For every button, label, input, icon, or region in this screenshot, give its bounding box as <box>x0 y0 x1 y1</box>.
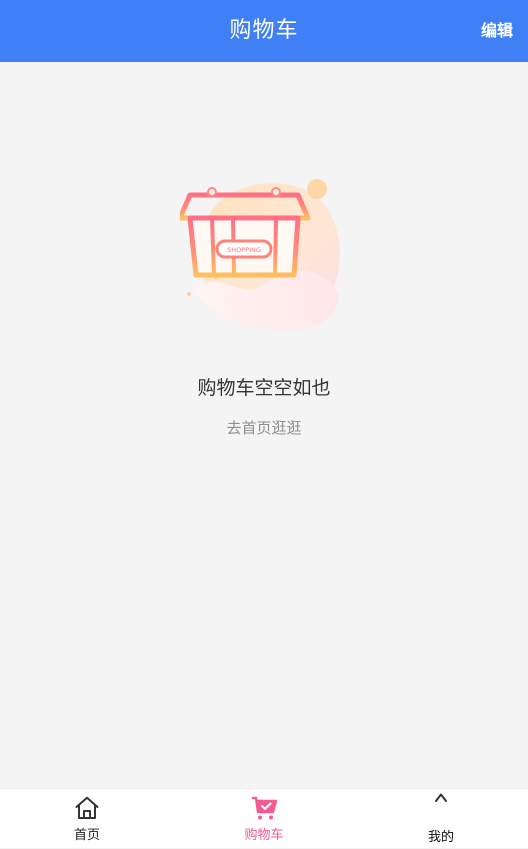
tab-mine[interactable]: 我的 <box>386 789 496 849</box>
home-icon <box>75 796 99 819</box>
cart-content: SHOPPING 购物车空空如也 去首页逛逛 <box>0 62 528 788</box>
go-home-link[interactable]: 去首页逛逛 <box>0 417 528 439</box>
tab-home[interactable]: 首页 <box>32 789 142 849</box>
empty-cart-illustration: SHOPPING <box>177 175 350 333</box>
cart-page: 购物车 编辑 SHOPPING 购物车空空如也 去首页逛逛 首页 购物车 我的 <box>0 0 528 848</box>
shopping-basket-illustration: SHOPPING <box>177 179 341 331</box>
basket-label: SHOPPING <box>227 246 261 254</box>
top-navigation-bar: 购物车 编辑 <box>0 0 528 62</box>
tab-cart[interactable]: 购物车 <box>209 789 319 849</box>
cart-icon <box>251 796 278 820</box>
tab-cart-label: 购物车 <box>244 828 284 843</box>
empty-cart-title: 购物车空空如也 <box>197 377 331 399</box>
tab-mine-label: 我的 <box>427 830 454 845</box>
bottom-tab-bar: 首页 购物车 我的 <box>0 788 528 848</box>
person-icon <box>435 793 447 802</box>
tab-home-label: 首页 <box>73 828 100 843</box>
edit-button[interactable]: 编辑 <box>481 0 513 62</box>
page-title: 购物车 <box>229 18 299 43</box>
